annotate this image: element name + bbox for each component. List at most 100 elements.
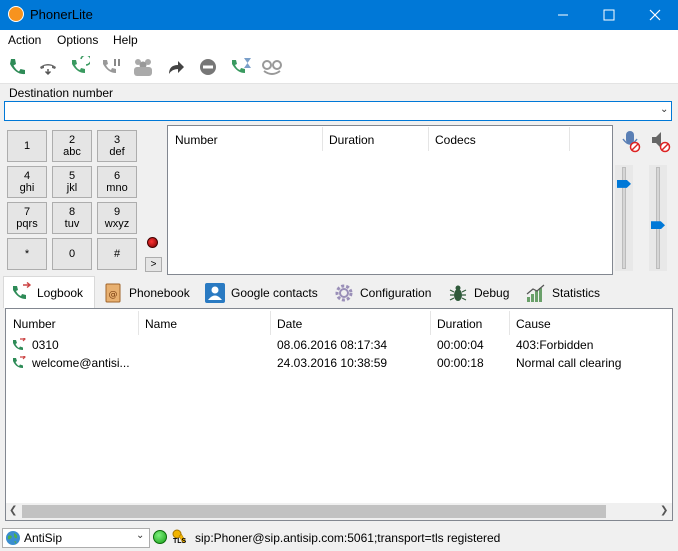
column-divider — [322, 127, 323, 151]
tab-label: Configuration — [360, 286, 432, 300]
keypad-key-5[interactable]: 5 jkl — [52, 166, 92, 198]
tls-label: TLS — [173, 538, 187, 545]
keypad-key-2[interactable]: 2 abc — [52, 130, 92, 162]
account-dropdown-chevron-icon[interactable]: ⌄ — [136, 530, 144, 541]
tab-google-contacts[interactable]: Google contacts — [198, 279, 326, 307]
callback-timer-button[interactable] — [228, 55, 254, 79]
key-digit: * — [24, 248, 30, 260]
scroll-left-icon[interactable]: ❮ — [9, 505, 17, 516]
scrollbar-thumb[interactable] — [22, 505, 606, 518]
menu-options[interactable]: Options — [57, 33, 98, 47]
log-column-cause[interactable]: Cause — [516, 317, 551, 331]
keypad-key-6[interactable]: 6 mno — [97, 166, 137, 198]
keypad-key-3[interactable]: 3 def — [97, 130, 137, 162]
calls-column-codecs[interactable]: Codecs — [435, 133, 476, 147]
tab-label: Google contacts — [231, 286, 318, 300]
close-button[interactable] — [632, 0, 678, 30]
key-digit: 9 — [113, 206, 121, 218]
maximize-icon — [603, 9, 615, 21]
log-column-number[interactable]: Number — [13, 317, 56, 331]
keypad-key-0[interactable]: 0 — [52, 238, 92, 270]
column-divider — [430, 311, 431, 335]
cell-date: 08.06.2016 08:17:34 — [277, 338, 388, 352]
microphone-mute-button[interactable] — [620, 129, 642, 156]
log-column-duration[interactable]: Duration — [437, 317, 482, 331]
log-column-date[interactable]: Date — [277, 317, 302, 331]
tab-configuration[interactable]: Configuration — [327, 279, 439, 307]
calls-column-duration[interactable]: Duration — [329, 133, 374, 147]
expand-panel-button[interactable]: > — [145, 257, 162, 272]
tab-label: Debug — [474, 286, 510, 300]
tab-phonebook[interactable]: @ Phonebook — [96, 279, 196, 307]
destination-number-label: Destination number — [9, 86, 114, 100]
reject-icon — [200, 59, 216, 75]
globe-icon — [5, 530, 21, 549]
speaker-mute-button[interactable] — [650, 129, 672, 156]
key-letters: pqrs — [16, 218, 38, 230]
cell-duration: 00:00:18 — [437, 356, 484, 370]
hangup-button[interactable] — [35, 55, 61, 79]
reject-button[interactable] — [195, 55, 221, 79]
calls-column-number[interactable]: Number — [175, 133, 218, 147]
keypad-key-hash[interactable]: # — [97, 238, 137, 270]
keypad-key-9[interactable]: 9 wxyz — [97, 202, 137, 234]
log-column-name[interactable]: Name — [145, 317, 177, 331]
svg-text:@: @ — [109, 290, 118, 300]
keypad-key-1[interactable]: 1 — [7, 130, 47, 162]
record-indicator-icon[interactable] — [147, 237, 158, 248]
google-contacts-icon — [204, 282, 226, 304]
key-letters: def — [109, 146, 125, 158]
close-icon — [649, 9, 661, 21]
scroll-right-icon[interactable]: ❯ — [660, 505, 668, 516]
redial-button[interactable] — [66, 55, 92, 79]
key-digit: 0 — [68, 248, 76, 260]
menu-help[interactable]: Help — [113, 33, 138, 47]
key-letters: ghi — [19, 182, 35, 194]
key-digit: 4 — [23, 170, 31, 182]
column-divider — [509, 311, 510, 335]
mute-microphone-button[interactable] — [259, 55, 285, 79]
active-calls-list[interactable] — [167, 125, 613, 275]
menu-action[interactable]: Action — [8, 33, 41, 47]
redial-icon — [72, 56, 90, 73]
minimize-button[interactable] — [540, 0, 586, 30]
cell-cause: 403:Forbidden — [516, 338, 594, 352]
tab-debug[interactable]: Debug — [441, 279, 517, 307]
gear-icon — [333, 282, 355, 304]
keypad-key-4[interactable]: 4 ghi — [7, 166, 47, 198]
column-divider — [138, 311, 139, 335]
tab-statistics[interactable]: Statistics — [519, 279, 607, 307]
keypad-key-7[interactable]: 7 pqrs — [7, 202, 47, 234]
key-letters: abc — [63, 146, 81, 158]
callback-timer-icon — [232, 58, 251, 73]
key-digit: 6 — [113, 170, 121, 182]
column-divider — [569, 127, 570, 151]
conference-button[interactable] — [130, 55, 156, 79]
keypad-key-star[interactable]: * — [7, 238, 47, 270]
tab-label: Statistics — [552, 286, 601, 300]
hold-icon — [103, 59, 120, 73]
tab-logbook[interactable]: Logbook — [3, 276, 95, 308]
cell-cause: Normal call clearing — [516, 356, 622, 370]
key-letters: wxyz — [104, 218, 130, 230]
key-digit: 1 — [23, 140, 31, 152]
hold-button[interactable] — [97, 55, 123, 79]
call-button[interactable] — [4, 55, 30, 79]
key-letters: tuv — [64, 218, 80, 230]
key-letters: mno — [106, 182, 128, 194]
microphone-muted-icon — [622, 131, 641, 153]
transfer-button[interactable] — [163, 55, 189, 79]
cell-duration: 00:00:04 — [437, 338, 484, 352]
tab-label: Phonebook — [129, 286, 190, 300]
outgoing-call-icon — [11, 354, 27, 373]
registration-status-icon — [153, 530, 167, 544]
destination-number-input[interactable] — [4, 101, 672, 121]
hangup-icon — [40, 64, 56, 76]
destination-dropdown-chevron-icon[interactable]: ⌄ — [660, 104, 668, 115]
keypad-key-8[interactable]: 8 tuv — [52, 202, 92, 234]
registration-status-text: sip:Phoner@sip.antisip.com:5061;transpor… — [195, 531, 501, 545]
tab-label: Logbook — [37, 285, 84, 300]
maximize-button[interactable] — [586, 0, 632, 30]
outgoing-call-icon — [11, 336, 27, 355]
cell-number: 0310 — [32, 338, 59, 352]
